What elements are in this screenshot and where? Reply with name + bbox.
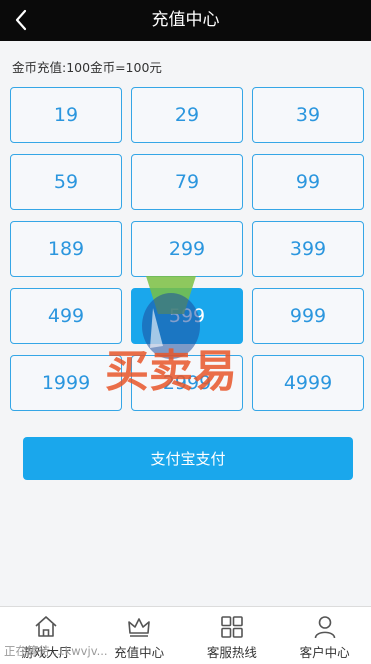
- bottom-tab-bar: 游戏大厅 充值中心 客服热线 客户中心: [0, 606, 371, 664]
- amount-option-999[interactable]: 999: [252, 288, 364, 344]
- amount-option-2999[interactable]: 2999: [131, 355, 243, 411]
- amount-option-399[interactable]: 399: [252, 221, 364, 277]
- home-icon: [35, 616, 57, 637]
- user-icon: [314, 616, 335, 639]
- amount-option-39[interactable]: 39: [252, 87, 364, 143]
- amount-option-29[interactable]: 29: [131, 87, 243, 143]
- amount-option-299[interactable]: 299: [131, 221, 243, 277]
- tab-label: 客服热线: [206, 645, 257, 660]
- amount-option-79[interactable]: 79: [131, 154, 243, 210]
- tab-label: 充值中心: [114, 645, 165, 660]
- crown-icon: [128, 618, 150, 637]
- amount-option-59[interactable]: 59: [10, 154, 122, 210]
- amount-grid: 19 29 39 59 79 99 189 299 399 499 599 999 1999 2999 49…: [10, 87, 364, 412]
- tab-service-hotline[interactable]: 客服热线: [186, 607, 279, 664]
- tab-label: 游戏大厅: [21, 645, 72, 660]
- amount-option-189[interactable]: 189: [10, 221, 122, 277]
- amount-option-4999[interactable]: 4999: [252, 355, 364, 411]
- exchange-rate-text: 金币充值:100金币=100元: [12, 60, 162, 75]
- amount-option-19[interactable]: 19: [10, 87, 122, 143]
- tab-recharge-center[interactable]: 充值中心: [93, 607, 186, 664]
- amount-option-599[interactable]: 599: [131, 288, 243, 344]
- tab-customer-center[interactable]: 客户中心: [278, 607, 371, 664]
- back-button[interactable]: [6, 5, 36, 35]
- tab-game-lobby[interactable]: 游戏大厅: [0, 607, 93, 664]
- amount-option-499[interactable]: 499: [10, 288, 122, 344]
- amount-option-1999[interactable]: 1999: [10, 355, 122, 411]
- chevron-left-icon: [15, 9, 27, 31]
- amount-option-99[interactable]: 99: [252, 154, 364, 210]
- page-title: 充值中心: [151, 10, 220, 30]
- alipay-pay-button[interactable]: 支付宝支付: [23, 437, 353, 480]
- grid-icon: [221, 616, 243, 638]
- top-bar: 充值中心: [0, 0, 371, 41]
- tab-label: 客户中心: [299, 645, 350, 660]
